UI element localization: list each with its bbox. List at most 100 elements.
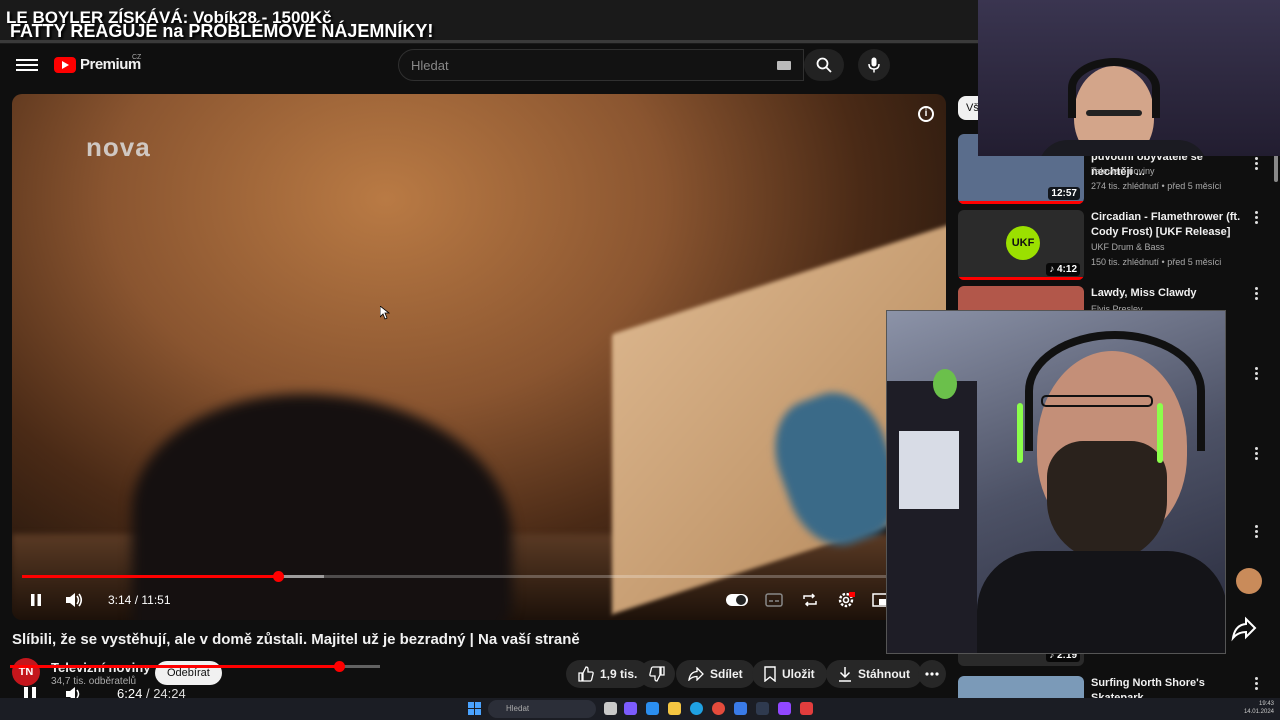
- streamer-shirt: [1038, 140, 1208, 156]
- duration-text: 4:12: [1056, 264, 1077, 275]
- background-shelf: [887, 381, 977, 653]
- region-code: CZ: [132, 54, 142, 61]
- more-vertical-icon[interactable]: [1254, 676, 1258, 690]
- twitch-icon[interactable]: [778, 702, 791, 715]
- steam-icon[interactable]: [756, 702, 769, 715]
- microphone-icon: [868, 57, 880, 73]
- chrome-browser-icon[interactable]: [712, 702, 725, 715]
- file-explorer-icon[interactable]: [668, 702, 681, 715]
- watched-progress-bar: [958, 277, 1084, 280]
- settings-button[interactable]: [836, 590, 856, 610]
- webcam-overlay-top: [978, 0, 1280, 156]
- time-current: 3:14: [108, 593, 132, 607]
- thumbs-down-icon: [649, 666, 665, 682]
- share-icon: [688, 667, 704, 681]
- stream-progress-bar[interactable]: [10, 661, 380, 672]
- youtube-logo[interactable]: Premium: [54, 56, 141, 73]
- headset-light: [1157, 403, 1163, 463]
- video-duration: 12:57: [1048, 187, 1080, 200]
- clock-date: 14.01.2024: [1243, 709, 1274, 715]
- pause-button[interactable]: [26, 590, 46, 610]
- search-bar[interactable]: Hledat: [398, 49, 804, 81]
- windows-start-icon[interactable]: [468, 702, 481, 715]
- voice-search-button[interactable]: [858, 49, 890, 81]
- video-title: Slíbili, že se vystěhují, ale v domě zůs…: [12, 631, 580, 648]
- mouse-cursor-icon: [380, 306, 390, 320]
- share-label: Sdílet: [710, 667, 743, 681]
- webcam-overlay-main: [886, 310, 1226, 654]
- more-horizontal-icon: [925, 672, 939, 676]
- overlay-stream-title: FATTY REAGUJE na PROBLÉMOVÉ NÁJEMNÍKY!: [10, 21, 434, 41]
- bookmark-icon: [764, 666, 776, 682]
- search-icon: [816, 57, 832, 73]
- stream-progress-played: [10, 665, 340, 668]
- recommended-video-channel[interactable]: UKF Drum & Bass: [1091, 242, 1165, 252]
- search-input[interactable]: Hledat: [411, 58, 449, 73]
- overlay-progress-bar: [0, 40, 980, 43]
- edge-browser-icon[interactable]: [690, 702, 703, 715]
- volume-icon: [66, 593, 83, 607]
- video-player[interactable]: nova i 3:14 / 11:51: [12, 94, 946, 620]
- pause-icon: [31, 594, 41, 606]
- like-button[interactable]: 1,9 tis.: [566, 660, 650, 688]
- autoplay-toggle[interactable]: [726, 594, 748, 606]
- more-vertical-icon[interactable]: [1254, 446, 1258, 460]
- more-vertical-icon[interactable]: [1254, 210, 1258, 224]
- download-label: Stáhnout: [858, 667, 910, 681]
- headset-light: [1017, 403, 1023, 463]
- watched-progress-bar: [958, 201, 1084, 204]
- youtube-play-icon: [54, 56, 76, 73]
- app-icon[interactable]: [624, 702, 637, 715]
- recommended-video-title[interactable]: Circadian - Flamethrower (ft. Cody Frost…: [1091, 210, 1247, 240]
- more-vertical-icon[interactable]: [1254, 286, 1258, 300]
- recommended-video[interactable]: UKF ♪ 4:12 Circadian - Flamethrower (ft.…: [958, 210, 1258, 280]
- share-icon[interactable]: [1230, 614, 1258, 642]
- info-icon[interactable]: i: [918, 106, 934, 122]
- app-icon[interactable]: [734, 702, 747, 715]
- share-button[interactable]: Sdílet: [676, 660, 755, 688]
- video-progress-bar[interactable]: [22, 571, 936, 582]
- more-vertical-icon[interactable]: [1254, 524, 1258, 538]
- subtitles-icon: [765, 593, 783, 607]
- download-button[interactable]: Stáhnout: [826, 660, 922, 688]
- youtube-header: Premium CZ Hledat: [0, 44, 980, 88]
- windows-taskbar: Hledat 19:43 14.01.2024: [0, 698, 1280, 720]
- loop-button[interactable]: [800, 590, 820, 610]
- player-controls: 3:14 / 11:51: [12, 584, 946, 614]
- repeat-icon: [803, 593, 817, 607]
- system-clock[interactable]: 19:43 14.01.2024: [1244, 700, 1274, 716]
- subtitles-button[interactable]: [764, 590, 784, 610]
- thumbs-up-icon: [578, 666, 594, 682]
- ukf-logo: UKF: [1006, 226, 1040, 260]
- more-actions-button[interactable]: [918, 660, 946, 688]
- dislike-button[interactable]: [639, 660, 675, 688]
- app-icon[interactable]: [646, 702, 659, 715]
- app-icon[interactable]: [800, 702, 813, 715]
- taskbar-search[interactable]: Hledat: [488, 700, 596, 718]
- download-icon: [839, 667, 851, 682]
- progress-scrubber[interactable]: [272, 571, 284, 582]
- screen: LE BOYLER ZÍSKÁVÁ: Vobík28 - 1500Kč FATT…: [0, 0, 1280, 720]
- recommended-video-meta: 150 tis. zhlédnutí • před 5 měsíci: [1091, 257, 1222, 267]
- time-display: 3:14 / 11:51: [108, 593, 171, 607]
- headset: [1025, 331, 1205, 451]
- progress-played: [22, 575, 278, 578]
- hamburger-menu-icon[interactable]: [16, 56, 38, 76]
- video-thumbnail[interactable]: UKF ♪ 4:12: [958, 210, 1084, 280]
- search-button[interactable]: [804, 49, 844, 81]
- background-box: [899, 431, 959, 509]
- sidebar-scrollbar[interactable]: [1274, 154, 1278, 182]
- user-avatar[interactable]: [1236, 568, 1262, 594]
- more-vertical-icon[interactable]: [1254, 156, 1258, 170]
- recommended-video-title[interactable]: Lawdy, Miss Clawdy: [1091, 286, 1247, 301]
- streamer-shirt: [977, 551, 1225, 653]
- glasses: [1041, 395, 1153, 407]
- more-vertical-icon[interactable]: [1254, 366, 1258, 380]
- keyboard-icon[interactable]: [777, 61, 791, 70]
- save-button[interactable]: Uložit: [752, 660, 827, 688]
- task-view-icon[interactable]: [604, 702, 617, 715]
- recommended-video-channel[interactable]: Televizní noviny: [1091, 166, 1155, 176]
- glasses: [1086, 110, 1142, 116]
- volume-button[interactable]: [64, 590, 84, 610]
- save-label: Uložit: [782, 667, 815, 681]
